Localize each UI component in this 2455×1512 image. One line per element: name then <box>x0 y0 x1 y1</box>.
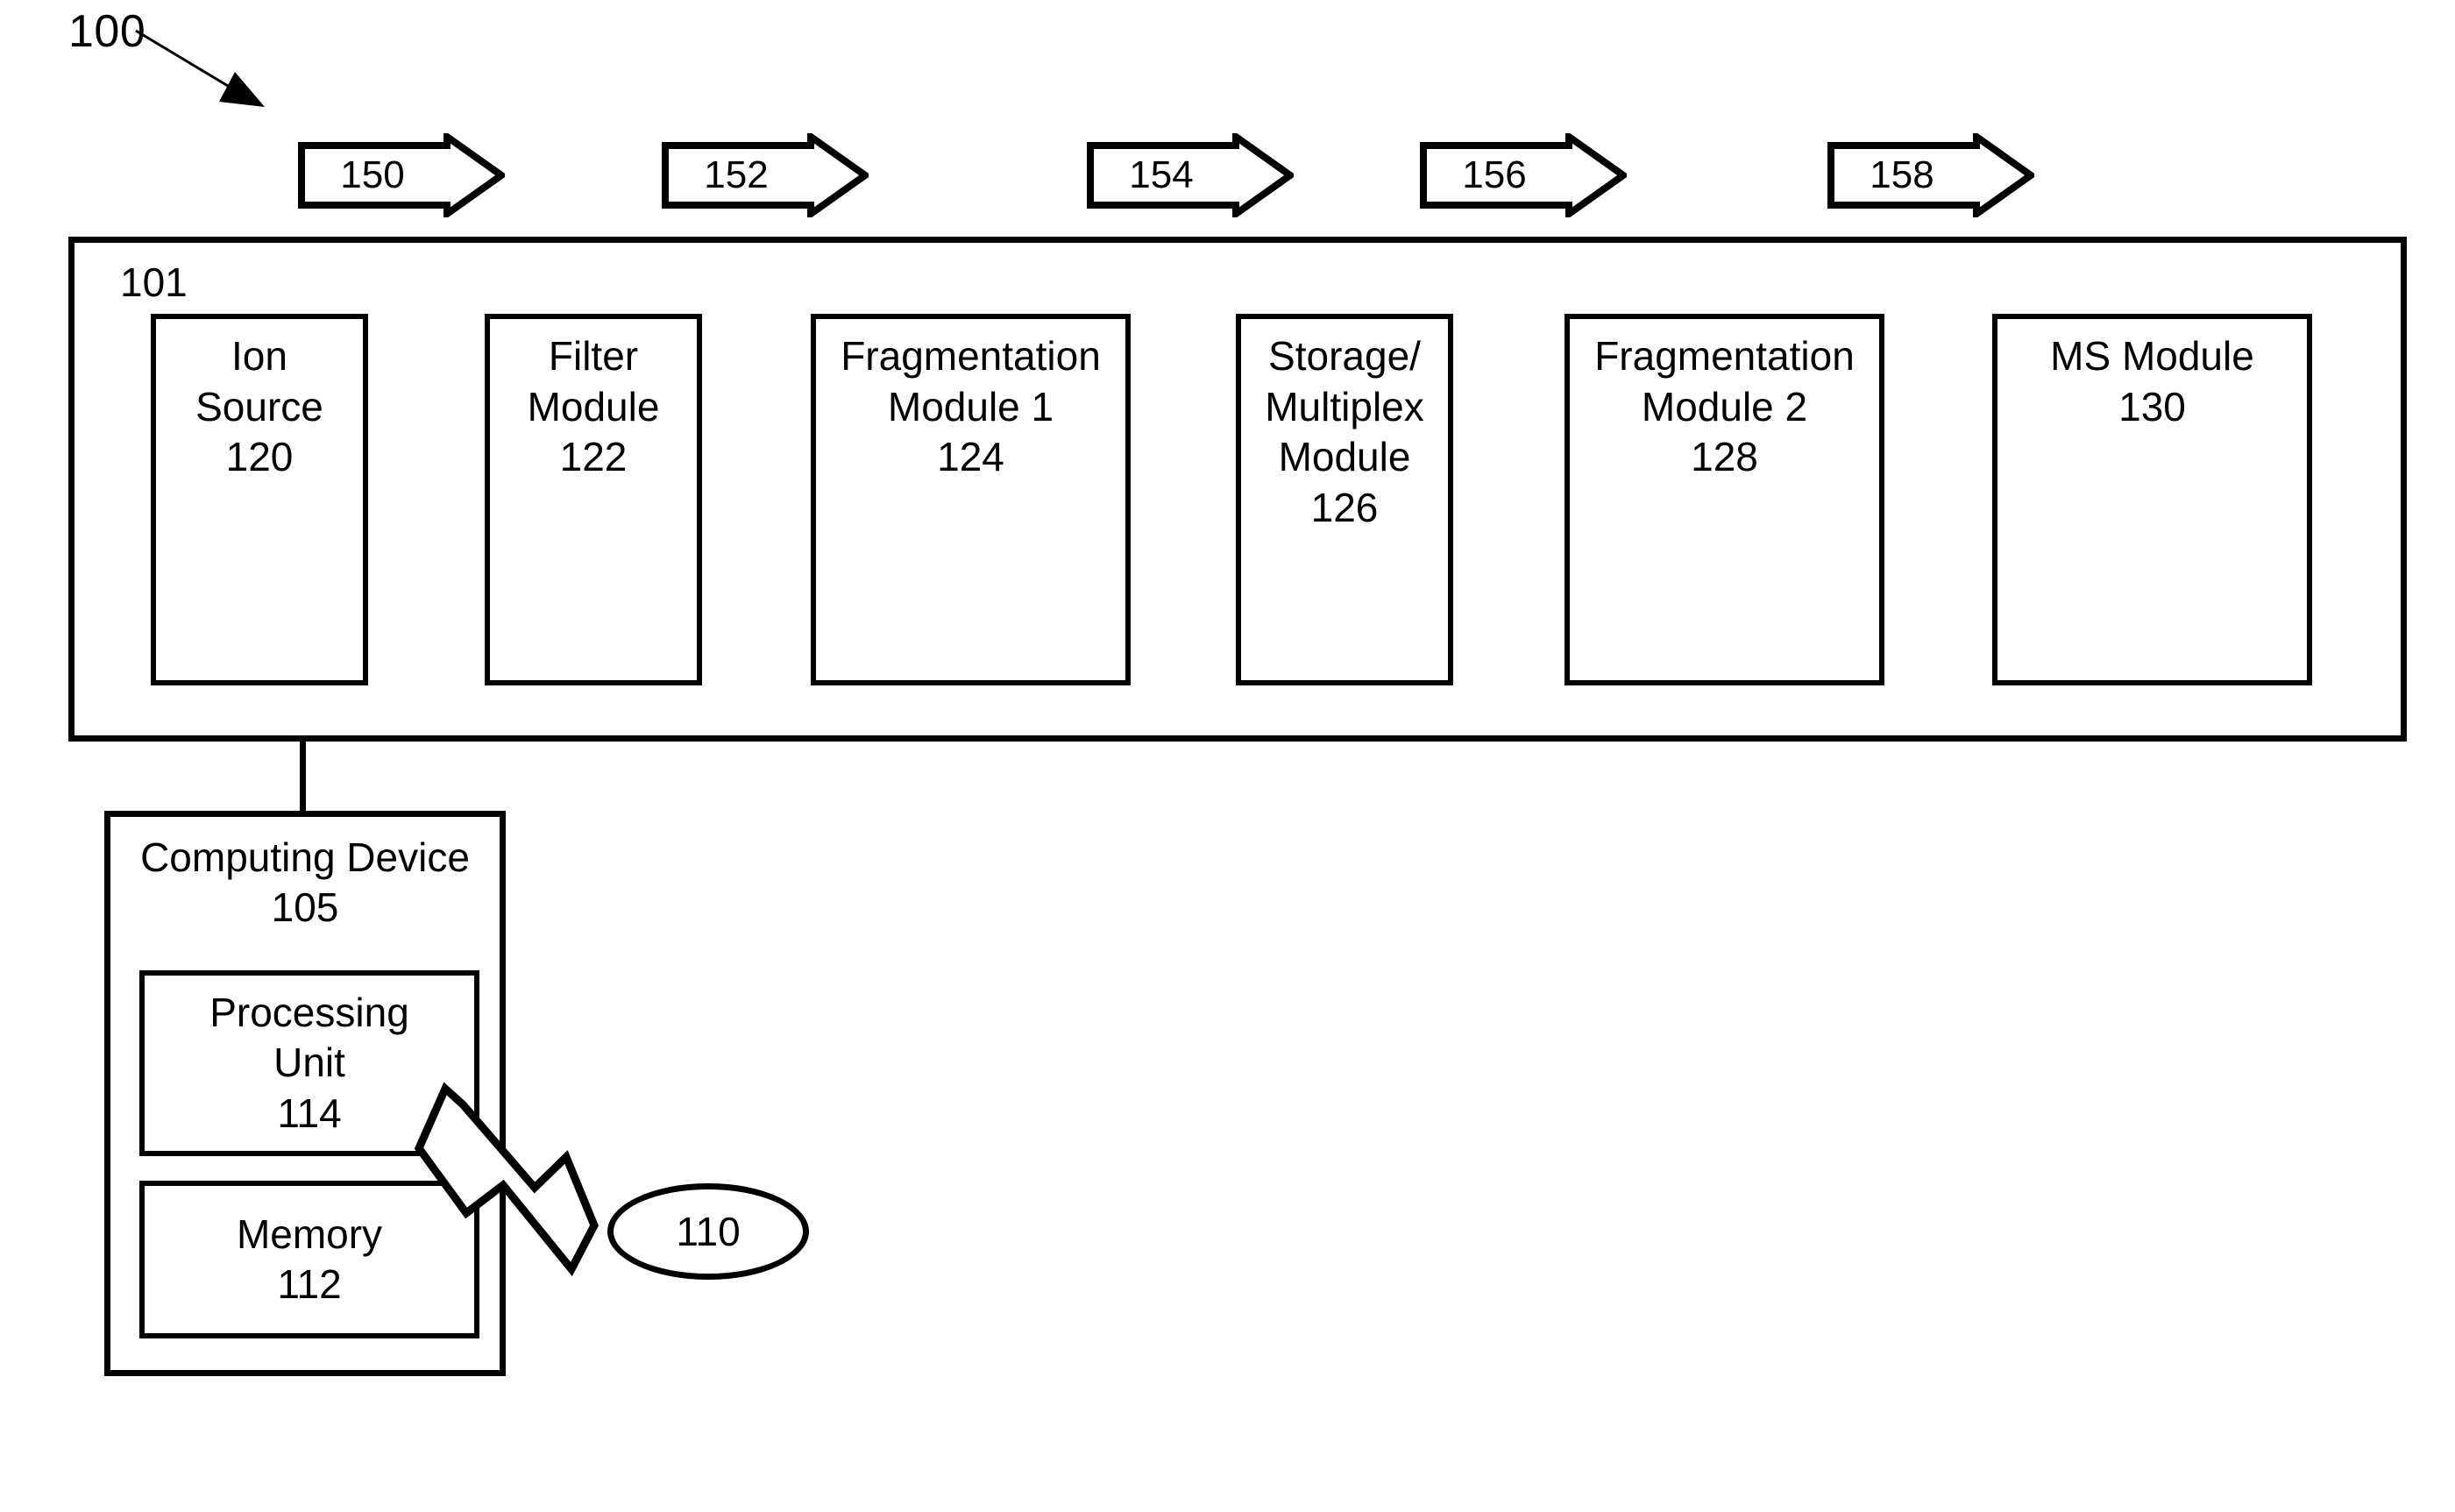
module-label-line: Ion <box>231 333 287 379</box>
module-label-line: Fragmentation <box>841 333 1101 379</box>
module-label-line: Fragmentation <box>1594 333 1855 379</box>
figure-number-label: 100 <box>68 6 146 57</box>
module-label-line: Source <box>195 383 323 429</box>
flow-arrow-label: 154 <box>1129 153 1194 196</box>
module-label-line: 128 <box>1691 434 1758 479</box>
module-label-line: Module <box>527 383 660 429</box>
module-label-line: 130 <box>2118 383 2186 429</box>
module-label-line: Filter <box>548 333 639 379</box>
module-label-line: Module <box>1278 434 1411 479</box>
processing-unit-label: Processing Unit 114 <box>209 989 409 1136</box>
module-label-line: MS Module <box>2050 333 2254 379</box>
module-box-ion-source: Ion Source 120 <box>151 314 368 685</box>
module-label-line: Multiplex <box>1265 383 1424 429</box>
module-label-line: Module 1 <box>887 383 1054 429</box>
system-container-label: 101 <box>120 259 188 305</box>
computing-device-title: Computing Device 105 <box>140 834 470 931</box>
flow-arrow-label: 150 <box>340 153 405 196</box>
flow-arrow-label: 158 <box>1870 153 1934 196</box>
module-label-line: Storage/ <box>1268 333 1421 379</box>
module-label-line: 124 <box>937 434 1004 479</box>
module-label-line: 122 <box>559 434 628 479</box>
computing-device-box: Computing Device 105 Processing Unit 114… <box>104 811 506 1376</box>
patent-figure-canvas: 100 150 152 154 156 158 101 Ion Source 120 Filt… <box>0 0 2455 1512</box>
module-box-ms-module: MS Module 130 <box>1992 314 2312 685</box>
memory-box: Memory 112 <box>139 1181 479 1338</box>
module-label-line: 120 <box>225 434 294 479</box>
flow-arrow-156: 156 <box>1420 133 1627 217</box>
memory-label: Memory 112 <box>236 1210 383 1308</box>
flow-arrow-152: 152 <box>662 133 869 217</box>
flow-arrow-150: 150 <box>298 133 505 217</box>
flow-arrow-label: 152 <box>704 153 769 196</box>
processing-unit-box: Processing Unit 114 <box>139 970 479 1156</box>
module-label-line: Module 2 <box>1641 383 1808 429</box>
figure-leader-arrow-icon <box>135 29 265 107</box>
flow-arrow-154: 154 <box>1087 133 1294 217</box>
callout-110-ellipse: 110 <box>607 1183 809 1280</box>
module-box-storage-multiplex-module: Storage/Multiplex Module 126 <box>1236 314 1453 685</box>
module-box-filter-module: Filter Module 122 <box>485 314 702 685</box>
callout-110-label: 110 <box>676 1209 741 1254</box>
system-to-computing-device-connector <box>300 739 306 813</box>
module-box-fragmentation-module-1: Fragmentation Module 1 124 <box>811 314 1131 685</box>
flow-arrow-label: 156 <box>1462 153 1527 196</box>
flow-arrow-158: 158 <box>1827 133 2034 217</box>
module-box-fragmentation-module-2: Fragmentation Module 2 128 <box>1565 314 1884 685</box>
module-label-line: 126 <box>1310 484 1379 530</box>
